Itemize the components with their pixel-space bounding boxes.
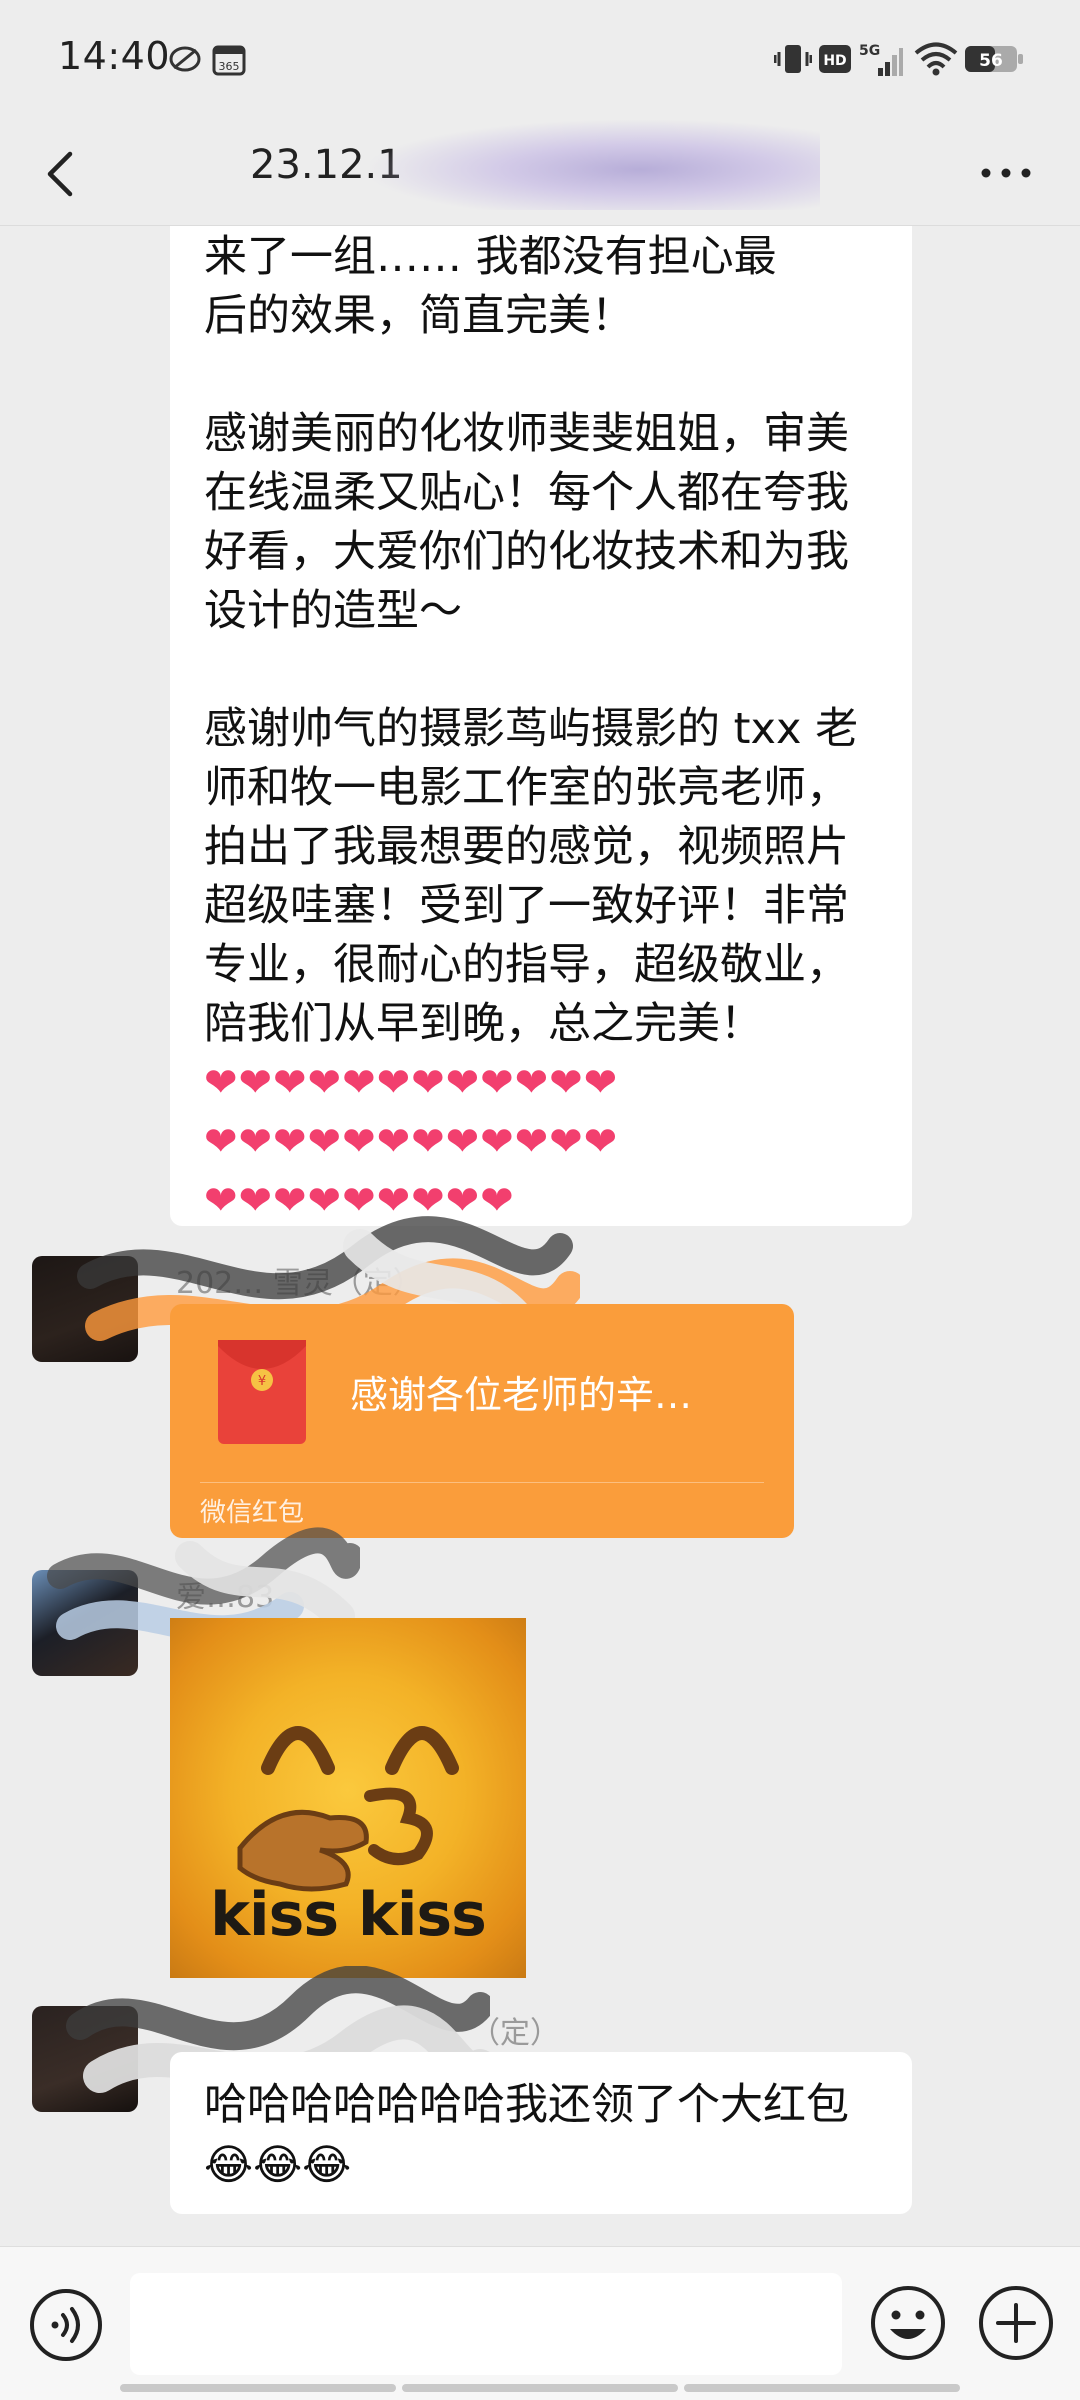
hearts-row: ❤❤❤❤❤❤❤❤❤❤❤❤ <box>204 1119 619 1165</box>
network-label: 5G <box>859 43 880 59</box>
hd-label: HD <box>823 53 846 69</box>
calendar-icon: 365 <box>212 45 246 76</box>
more-icon[interactable] <box>978 156 1034 190</box>
battery-icon: 56 <box>965 46 1023 72</box>
message-text: 哈哈哈哈哈哈哈我还领了个大红包 <box>204 2080 849 2130</box>
message-bubble-long[interactable]: 来了一组…… 我都没有担心最 后的效果，简直完美！ 感谢美丽的化妆师斐斐姐姐，审… <box>170 226 912 1226</box>
message-input[interactable] <box>130 2273 842 2375</box>
shortcut-app-icon <box>169 46 201 72</box>
gesture-bar <box>120 2384 960 2392</box>
plus-icon[interactable] <box>976 2283 1056 2363</box>
message-list[interactable]: 来了一组…… 我都没有担心最 后的效果，简直完美！ 感谢美丽的化妆师斐斐姐姐，审… <box>0 226 1080 2246</box>
message-paragraph: 感谢美丽的化妆师斐斐姐姐，审美在线温柔又贴心！每个人都在夸我好看，大爱你们的化妆… <box>204 409 849 636</box>
battery-level: 56 <box>979 51 1003 71</box>
red-packet-title: 感谢各位老师的辛… <box>350 1373 693 1417</box>
svg-text:¥: ¥ <box>258 1374 266 1389</box>
sticker-caption: kiss kiss <box>210 1880 487 1950</box>
avatar[interactable] <box>32 1256 138 1362</box>
red-packet-label: 微信红包 <box>200 1498 305 1528</box>
status-bar: 14:40 365 HD 5G 56 <box>0 0 1080 120</box>
hearts-row: ❤❤❤❤❤❤❤❤❤ <box>204 1178 515 1224</box>
status-time: 14:40 <box>58 34 171 78</box>
message-line: 来了一组…… 我都没有担心最 <box>204 232 777 282</box>
voice-icon[interactable] <box>28 2287 104 2363</box>
hd-icon: HD <box>819 45 851 73</box>
signal-icon: 5G <box>859 43 903 76</box>
message-line: 后的效果，简直完美！ <box>204 291 634 341</box>
chat-header: 23.12.1 <box>0 120 1080 226</box>
message-bubble[interactable]: 哈哈哈哈哈哈哈我还领了个大红包 😂😂😂 <box>170 2052 912 2214</box>
red-packet-message[interactable]: ¥ 感谢各位老师的辛… 微信红包 <box>170 1304 794 1538</box>
hearts-row: ❤❤❤❤❤❤❤❤❤❤❤❤ <box>204 1060 619 1106</box>
title-redaction <box>370 120 820 210</box>
wifi-icon <box>914 42 958 76</box>
message-paragraph: 感谢帅气的摄影茑屿摄影的 txx 老师和牧一电影工作室的张亮老师，拍出了我最想要… <box>204 704 859 1049</box>
avatar[interactable] <box>32 1570 138 1676</box>
back-icon[interactable] <box>40 136 80 212</box>
sender-name: （定） <box>470 2016 560 2051</box>
sticker-image[interactable]: kiss kiss <box>170 1618 526 1978</box>
input-bar <box>0 2246 1080 2400</box>
vibrate-icon <box>774 45 812 73</box>
emoji-icon[interactable] <box>868 2283 948 2363</box>
red-envelope-icon: ¥ <box>218 1340 306 1444</box>
avatar[interactable] <box>32 2006 138 2112</box>
calendar-label: 365 <box>219 60 240 73</box>
divider <box>200 1482 764 1483</box>
sender-name: 爱…83 <box>176 1580 275 1615</box>
emoji-laughing: 😂😂😂 <box>204 2140 352 2189</box>
sender-name: 202… 雪灵（定） <box>176 1266 423 1301</box>
